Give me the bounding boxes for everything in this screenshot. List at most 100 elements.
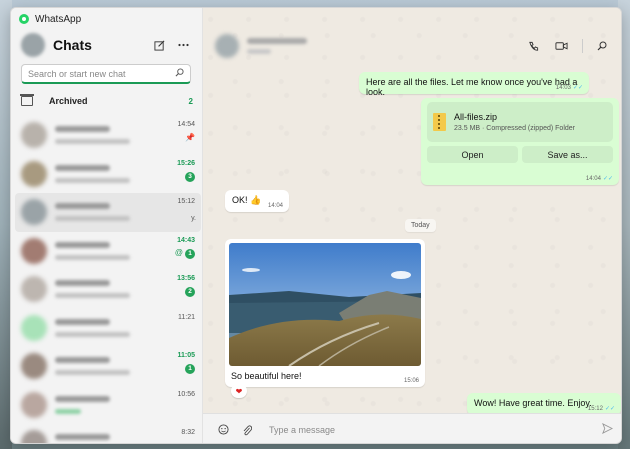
file-actions: Open Save as... [427,146,613,163]
search-icon[interactable] [175,68,184,79]
chat-preview-tail: y. [191,215,196,222]
file-card[interactable]: All-files.zip 23.5 MB · Compressed (zipp… [427,102,613,142]
sidebar-header: Chats [21,32,194,58]
chat-list-item[interactable]: 15:12 y. [15,193,201,232]
chat-time: 10:56 [177,390,195,398]
chat-meta: 14:43 @1 [175,237,195,259]
chat-meta: 13:56 2 [177,275,195,297]
chat-list-item[interactable]: 8:32 [15,424,201,443]
unread-badge: 1 [185,364,195,374]
message-meta: 15:12 ✓✓ [587,406,615,412]
video-call-icon[interactable] [550,37,572,55]
date-divider: Today [405,219,436,232]
unread-badge: 2 [185,287,195,297]
chat-summary [55,357,195,376]
search-input[interactable] [28,68,175,79]
landscape-photo[interactable] [229,243,421,366]
read-receipt-icon: ✓✓ [604,406,615,412]
chat-list-item[interactable]: 14:43 @1 [15,232,201,271]
send-icon[interactable] [602,422,614,437]
chat-time: 8:32 [181,429,195,436]
archived-count: 2 [188,96,193,106]
unread-badge: 3 [185,171,195,182]
chat-time: 13:56 [177,275,195,282]
chat-list: 14:54 📌 15:26 3 15:12 y. 14:43 @1 13:56 2 11:21 11:… [15,116,201,443]
emoji-icon[interactable] [213,420,233,440]
chat-summary [55,164,195,183]
zip-folder-icon [433,113,446,131]
chat-time: 15:26 [177,159,195,167]
file-name: All-files.zip [454,112,498,122]
header-actions [516,37,613,55]
chat-time: 15:12 [177,198,195,205]
chat-summary [55,434,195,443]
read-receipt-icon: ✓✓ [572,85,583,91]
chat-time: 11:21 [178,313,195,321]
chat-time: 14:54 [177,121,195,128]
chat-time: 11:05 [177,352,195,359]
chat-meta: 10:56 [177,391,195,398]
chat-meta: 8:32 [181,429,195,436]
message-time: 14:04 [267,203,283,209]
message-text: OK! 👍 [232,195,262,205]
message-meta: 14:04 ✓✓ [585,176,613,182]
chat-meta: 15:26 3 [177,160,195,182]
archived-row[interactable]: Archived 2 [20,92,193,110]
chat-summary [55,395,195,414]
search-box [21,64,191,84]
file-message[interactable]: All-files.zip 23.5 MB · Compressed (zipp… [421,98,619,185]
chat-list-item[interactable]: 11:05 1 [15,347,201,386]
open-file-button[interactable]: Open [427,146,518,163]
chat-list-item[interactable]: 15:26 3 [15,155,201,194]
chat-avatar [21,237,47,264]
search-in-chat-icon[interactable] [591,37,613,55]
outgoing-message[interactable]: Here are all the files. Let me know once… [359,72,589,97]
heart-reaction-icon[interactable]: ❤ [231,384,247,398]
chat-avatar [21,353,47,380]
chat-summary [55,318,195,337]
chats-title: Chats [53,37,92,53]
voice-call-icon[interactable] [522,37,544,55]
chat-list-item[interactable]: 14:54 📌 [15,116,201,155]
chat-avatar [21,160,47,187]
contact-avatar[interactable] [215,34,239,58]
header-divider [582,39,583,53]
title-bar: WhatsApp [11,8,203,30]
profile-avatar[interactable] [21,33,45,57]
save-as-button[interactable]: Save as... [522,146,613,163]
message-composer [203,413,621,443]
archive-icon [20,94,34,106]
contact-name[interactable] [247,38,307,54]
new-chat-icon[interactable] [148,34,170,56]
photo-message[interactable]: So beautiful here! 15:06 ❤ [225,239,425,398]
chat-avatar [21,122,47,149]
read-receipt-icon: ✓✓ [602,176,613,182]
whatsapp-logo-icon [19,14,29,24]
sidebar: WhatsApp Chats Archived 2 14:54📌15:26315… [11,8,203,443]
conversation-pane: Here are all the files. Let me know once… [203,8,621,443]
chat-list-item[interactable]: 11:21 [15,309,201,348]
chat-meta: 11:21 [178,314,195,321]
chat-meta: 15:12 [177,198,195,205]
outgoing-message[interactable]: Wow! Have great time. Enjoy. 15:12 ✓✓ [467,393,621,415]
chat-summary [55,203,195,222]
chat-avatar [21,314,47,341]
pin-icon: 📌 [185,133,195,142]
conversation-header [203,30,621,62]
whatsapp-window: WhatsApp Chats Archived 2 14:54📌15:26315… [10,7,622,444]
incoming-message[interactable]: OK! 👍 14:04 [225,190,289,212]
message-time: 15:06 [403,378,419,384]
chat-avatar [21,276,47,303]
mention-icon: @ [174,247,183,257]
chat-list-item[interactable]: 10:56 [15,386,201,425]
chat-list-item[interactable]: 13:56 2 [15,270,201,309]
message-input[interactable] [269,424,602,435]
chat-meta: 14:54 📌 [177,121,195,142]
chat-avatar [21,391,47,418]
chat-meta: 11:05 1 [177,352,195,374]
archived-label: Archived [49,96,88,106]
attach-icon[interactable] [237,420,257,440]
more-options-icon[interactable] [172,34,194,56]
message-text: Wow! Have great time. Enjoy. [474,398,592,408]
chat-avatar [21,430,47,443]
